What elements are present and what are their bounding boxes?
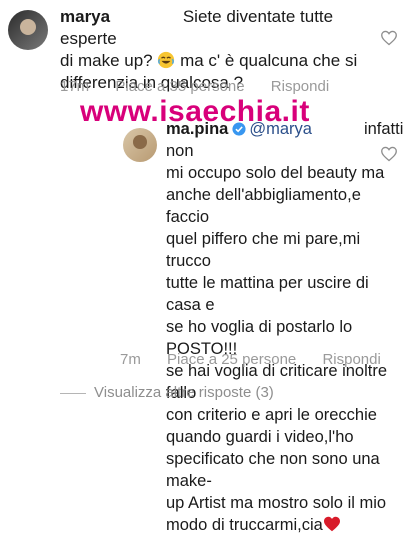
- view-more-replies-button[interactable]: Visualizza altre risposte (3): [94, 384, 274, 401]
- reply-last-line: modo di truccarmi,cia: [166, 516, 323, 534]
- comment-meta: 17m Piace a 35 persone Rispondi: [60, 78, 351, 95]
- view-more-label: Visualizza altre risposte (3): [94, 384, 274, 401]
- reply-line: anche dell'abbigliamento,e faccio: [166, 186, 361, 226]
- red-heart-emoji-icon: [323, 516, 340, 532]
- reply-heart-icon[interactable]: [380, 146, 398, 162]
- redaction: [311, 122, 364, 137]
- comment-time: 17m: [60, 78, 90, 95]
- redaction: [116, 10, 179, 25]
- laughing-emoji-icon: [158, 51, 175, 69]
- reply-avatar[interactable]: [123, 128, 157, 162]
- reply-mention[interactable]: @marya: [249, 120, 312, 138]
- reply-line: mi occupo solo del beauty ma: [166, 164, 385, 182]
- reply-username[interactable]: ma.pina: [166, 120, 228, 138]
- reply-line: tutte le mattina per uscire di casa e: [166, 274, 369, 314]
- comment-likes[interactable]: Piace a 35 persone: [115, 78, 244, 95]
- comment-line2a: di make up?: [60, 51, 153, 70]
- reply-likes[interactable]: Piace a 25 persone: [167, 351, 296, 368]
- reply-line: con criterio e apri le orecchie: [166, 406, 377, 424]
- verified-badge-icon: [232, 122, 246, 136]
- reply-time: 7m: [120, 351, 141, 368]
- comment-username[interactable]: marya: [60, 7, 110, 26]
- comment-line2b: ma c' è qualcuna che si: [180, 51, 358, 70]
- reply-line: up Artist ma mostro solo il mio: [166, 494, 387, 512]
- avatar[interactable]: [8, 10, 48, 50]
- reply-line: quando guardi i video,l'ho: [166, 428, 354, 446]
- reply-meta: 7m Piace a 25 persone Rispondi: [120, 351, 403, 368]
- reply-line: specificato che non sono una make-: [166, 450, 380, 490]
- divider: [60, 393, 86, 394]
- reply-text: ma.pina @marya infatti non mi occupo solo …: [166, 118, 406, 536]
- comment-reply-button[interactable]: Rispondi: [271, 78, 329, 95]
- heart-icon[interactable]: [380, 30, 398, 46]
- reply-line: quel piffero che mi pare,mi trucco: [166, 230, 361, 270]
- reply-reply-button[interactable]: Rispondi: [322, 351, 380, 368]
